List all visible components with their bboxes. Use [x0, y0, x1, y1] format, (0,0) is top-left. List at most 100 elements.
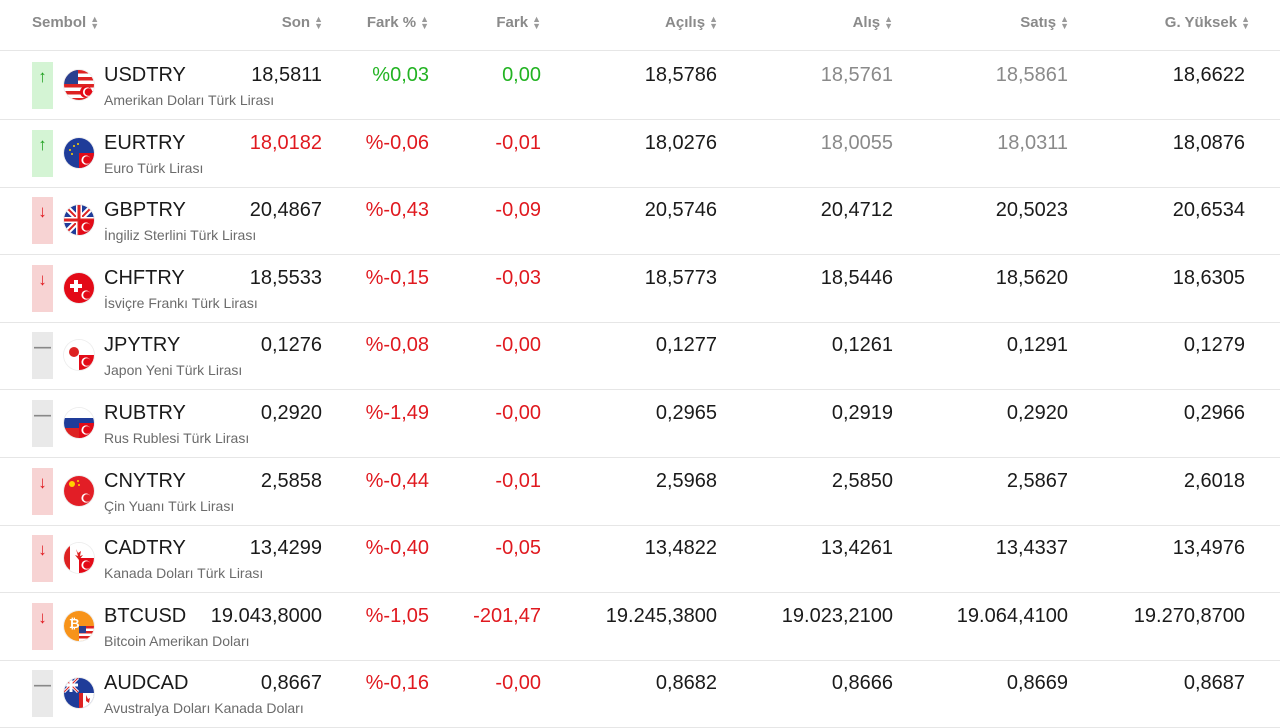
- acilis-value: 19.245,3800: [605, 604, 717, 627]
- alis-value: 13,4261: [820, 537, 893, 560]
- fark-value: -0,01: [495, 469, 541, 492]
- symbol-label[interactable]: CADTRY: [104, 537, 186, 560]
- fark-yuzde-value: %-0,15: [365, 266, 429, 289]
- table-row-audcad[interactable]: — AUDCAD Avustralya Doları Kanada Doları…: [0, 660, 1280, 728]
- fark-yuzde-value: %0,03: [372, 64, 429, 86]
- son-value: 19.043,8000: [210, 604, 322, 627]
- symbol-label[interactable]: USDTRY: [104, 64, 186, 87]
- satis-value: 18,0311: [997, 131, 1068, 154]
- fark-yuzde-value: %-0,08: [365, 334, 429, 357]
- satis-value: 0,8669: [1006, 672, 1068, 695]
- alis-value: 2,5850: [831, 469, 893, 492]
- gb-flag-icon: [64, 205, 94, 236]
- table-row-cadtry[interactable]: ↓ CADTRY Kanada Doları Türk Lirası 13,42…: [0, 525, 1280, 594]
- trend-down-icon: ↓: [32, 467, 53, 515]
- currency-table: Sembol ▲ ▼ Son ▲ ▼ Fark % ▲ ▼ Fark ▲ ▼ Açılış ▲ ▼ …: [0, 0, 1280, 728]
- symbol-label[interactable]: BTCUSD: [104, 605, 186, 628]
- sort-icon: ▲ ▼: [314, 14, 323, 32]
- trend-up-icon: ↑: [32, 62, 53, 109]
- alis-value: 18,5761: [820, 64, 893, 86]
- satis-value: 18,5861: [995, 64, 1068, 86]
- symbol-label[interactable]: CHFTRY: [104, 267, 185, 290]
- satis-value: 0,2920: [1006, 402, 1068, 424]
- symbol-name: Avustralya Doları Kanada Doları: [104, 700, 304, 717]
- fark-yuzde-value: %-0,44: [365, 469, 429, 492]
- g-yuksek-value: 0,2966: [1183, 402, 1245, 424]
- us-flag-icon: [64, 70, 94, 100]
- table-row-usdtry[interactable]: ↑ USDTRY Amerikan Doları Türk Lirası 18,…: [0, 52, 1280, 120]
- ru-flag-icon: [64, 408, 94, 438]
- acilis-value: 0,2965: [655, 402, 717, 424]
- header-satis[interactable]: Satış ▲ ▼: [1020, 14, 1069, 31]
- symbol-label[interactable]: RUBTRY: [104, 402, 186, 425]
- svg-text:₿: ₿: [69, 616, 80, 631]
- g-yuksek-value: 18,6305: [1172, 266, 1245, 289]
- table-row-jpytry[interactable]: — JPYTRY Japon Yeni Türk Lirası 0,1276 %…: [0, 322, 1280, 391]
- table-header: Sembol ▲ ▼ Son ▲ ▼ Fark % ▲ ▼ Fark ▲ ▼ Açılış ▲ ▼ …: [0, 0, 1280, 51]
- alis-value: 0,8666: [831, 672, 893, 695]
- son-value: 2,5858: [260, 469, 322, 492]
- table-row-chftry[interactable]: ↓ CHFTRY İsviçre Frankı Türk Lirası 18,5…: [0, 255, 1280, 323]
- fark-value: -0,03: [495, 266, 541, 289]
- sort-icon: ▲ ▼: [1241, 14, 1250, 32]
- symbol-label[interactable]: CNYTRY: [104, 470, 186, 493]
- table-row-rubtry[interactable]: — RUBTRY Rus Rublesi Türk Lirası 0,2920 …: [0, 390, 1280, 458]
- fark-value: -0,00: [495, 334, 541, 357]
- fark-value: -0,00: [495, 402, 541, 424]
- fark-value: 0,00: [502, 64, 541, 86]
- table-row-eurtry[interactable]: ↑ EURTRY Euro Türk Lirası 18,0182 %-0,06…: [0, 120, 1280, 188]
- jp-flag-icon: [64, 340, 94, 371]
- trend-down-icon: ↓: [32, 602, 53, 650]
- symbol-name: Bitcoin Amerikan Doları: [104, 632, 250, 649]
- table-row-btcusd[interactable]: ↓ ₿ BTCUSD Bitcoin Amerikan Doları 19.04…: [0, 593, 1280, 661]
- header-alis[interactable]: Alış ▲ ▼: [853, 14, 893, 31]
- g-yuksek-value: 20,6534: [1172, 199, 1245, 222]
- g-yuksek-value: 19.270,8700: [1133, 604, 1245, 627]
- symbol-label[interactable]: EURTRY: [104, 132, 186, 155]
- fark-yuzde-value: %-0,16: [365, 672, 429, 695]
- acilis-value: 20,5746: [644, 199, 717, 222]
- son-value: 18,5811: [251, 64, 322, 86]
- fark-yuzde-value: %-1,49: [365, 402, 429, 424]
- acilis-value: 13,4822: [644, 537, 717, 560]
- g-yuksek-value: 18,6622: [1172, 64, 1245, 86]
- acilis-value: 0,1277: [655, 334, 717, 357]
- symbol-name: Kanada Doları Türk Lirası: [104, 565, 264, 582]
- fark-value: -0,01: [495, 131, 541, 154]
- satis-value: 18,5620: [995, 266, 1068, 289]
- sort-icon: ▲ ▼: [420, 14, 429, 32]
- trend-down-icon: ↓: [32, 197, 53, 245]
- header-fark-yuzde[interactable]: Fark % ▲ ▼: [367, 14, 429, 31]
- alis-value: 20,4712: [820, 199, 893, 222]
- trend-flat-icon: —: [32, 400, 53, 447]
- btc-flag-icon: ₿: [64, 610, 94, 641]
- header-acilis[interactable]: Açılış ▲ ▼: [665, 14, 718, 31]
- symbol-label[interactable]: GBPTRY: [104, 199, 186, 222]
- acilis-value: 18,0276: [644, 131, 717, 154]
- header-g-yuksek[interactable]: G. Yüksek ▲ ▼: [1165, 14, 1250, 31]
- sort-icon: ▲ ▼: [532, 14, 541, 32]
- satis-value: 0,1291: [1006, 334, 1068, 357]
- alis-value: 19.023,2100: [781, 604, 893, 627]
- son-value: 0,8667: [260, 672, 322, 695]
- g-yuksek-value: 13,4976: [1172, 537, 1245, 560]
- ch-flag-icon: [64, 272, 94, 303]
- symbol-name: Euro Türk Lirası: [104, 159, 204, 176]
- table-row-gbptry[interactable]: ↓ GBPTRY İngiliz Sterlini Türk Lirası 20…: [0, 187, 1280, 256]
- header-sembol[interactable]: Sembol ▲ ▼: [32, 14, 99, 31]
- symbol-name: Japon Yeni Türk Lirası: [104, 362, 243, 379]
- symbol-label[interactable]: AUDCAD: [104, 672, 188, 695]
- ca-flag-icon: [64, 543, 94, 574]
- acilis-value: 0,8682: [655, 672, 717, 695]
- acilis-value: 2,5968: [655, 469, 717, 492]
- table-row-cnytry[interactable]: ↓ CNYTRY Çin Yuanı Türk Lirası 2,5858 %-…: [0, 458, 1280, 526]
- sort-icon: ▲ ▼: [884, 14, 893, 32]
- alis-value: 0,2919: [831, 402, 893, 424]
- eu-flag-icon: [64, 137, 94, 168]
- symbol-name: İsviçre Frankı Türk Lirası: [104, 294, 258, 311]
- header-son[interactable]: Son ▲ ▼: [282, 14, 323, 31]
- g-yuksek-value: 0,8687: [1183, 672, 1245, 695]
- header-fark[interactable]: Fark ▲ ▼: [496, 14, 541, 31]
- fark-yuzde-value: %-0,40: [365, 537, 429, 560]
- symbol-label[interactable]: JPYTRY: [104, 334, 180, 357]
